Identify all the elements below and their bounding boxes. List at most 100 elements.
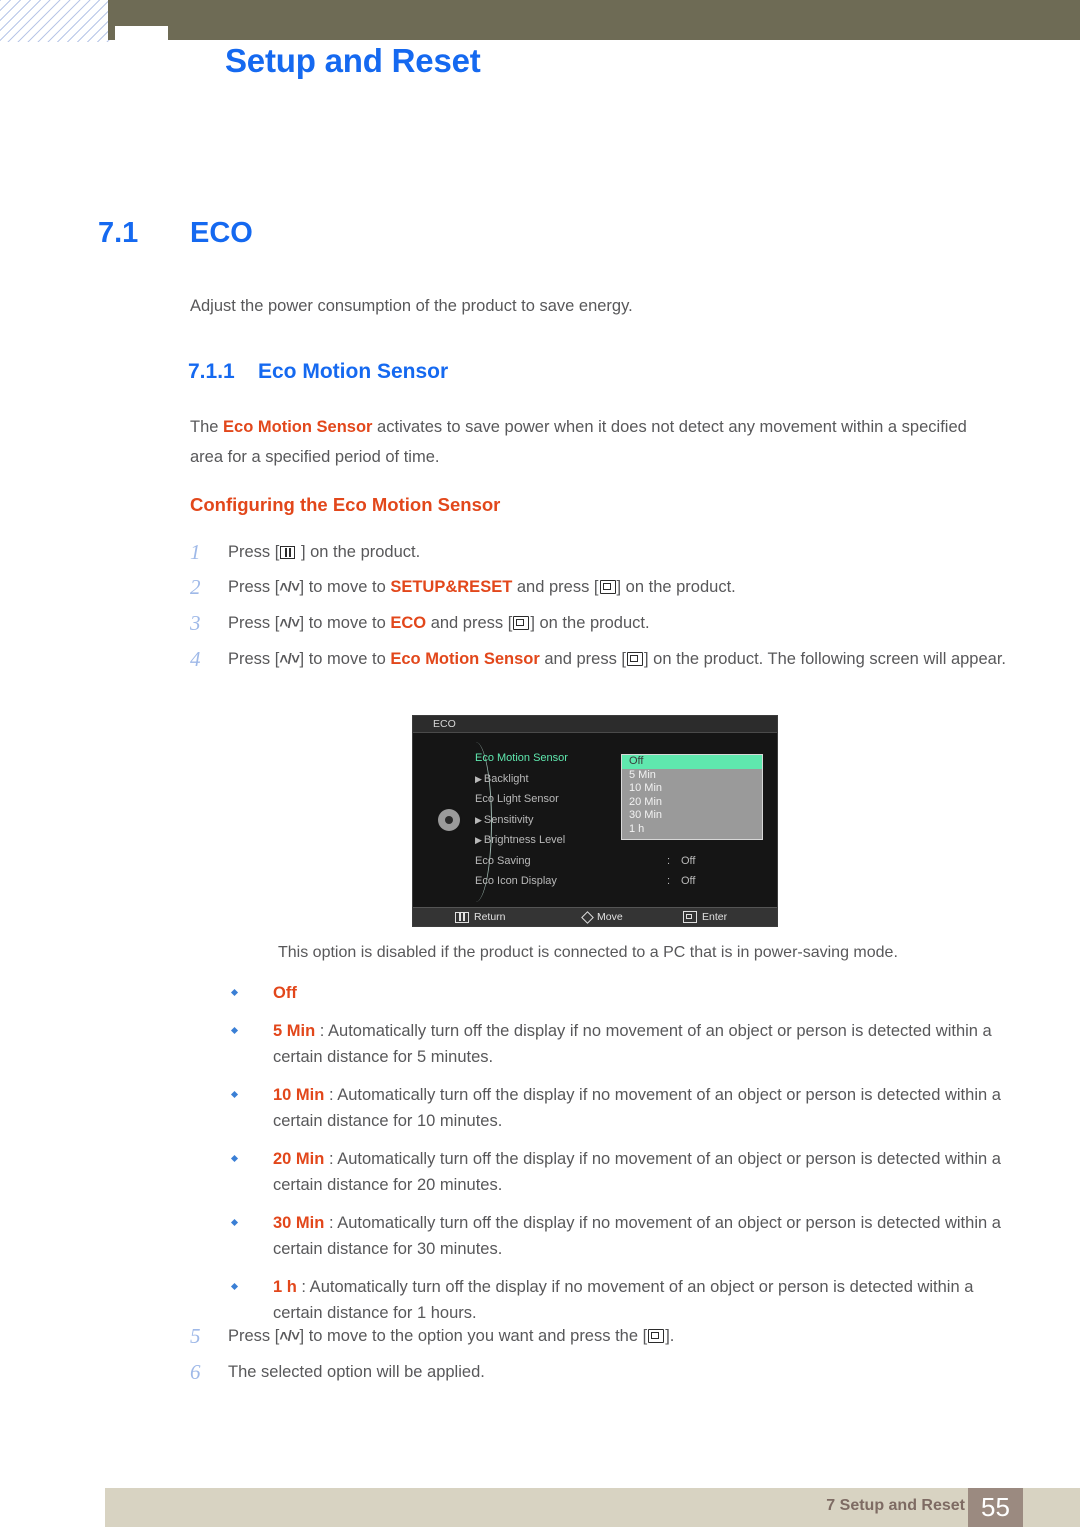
list-item: 1 h : Automatically turn off the display…	[228, 1274, 1018, 1327]
osd-row-value: Off	[681, 875, 696, 887]
step-item: 4 Press [˄/˅] to move to Eco Motion Sens…	[190, 645, 1020, 674]
step-item: 5 Press [˄/˅] to move to the option you …	[190, 1322, 1020, 1351]
osd-row-value: Off	[681, 854, 696, 867]
section-title: ECO	[190, 217, 253, 249]
osd-option-item[interactable]: 30 Min	[622, 809, 762, 823]
osd-footer-return[interactable]: Return	[455, 911, 506, 923]
bullet-term: 10 Min	[273, 1085, 325, 1104]
osd-row-colon: :	[667, 875, 671, 887]
step-term: SETUP&RESET	[390, 578, 513, 596]
subsection-paragraph: The Eco Motion Sensor activates to save …	[190, 412, 1000, 472]
submenu-arrow-icon: ▶	[475, 835, 482, 845]
step-term: Eco Motion Sensor	[390, 650, 540, 668]
procedure-steps-list-continued: 5 Press [˄/˅] to move to the option you …	[190, 1322, 1020, 1393]
step-text-pre: Press [	[228, 578, 280, 596]
osd-row-label: Eco Icon Display	[475, 875, 557, 887]
osd-row-eco-icon-display[interactable]: Eco Icon Display : Off	[475, 875, 775, 896]
osd-row-label: ▶ Sensitivity	[475, 813, 534, 826]
step-text-tail: ] on the product.	[530, 614, 650, 632]
list-item: 30 Min : Automatically turn off the disp…	[228, 1210, 1018, 1263]
step-item: 3 Press [˄/˅] to move to ECO and press […	[190, 609, 1020, 638]
osd-row-label: ▶ Backlight	[475, 772, 529, 785]
osd-option-dropdown[interactable]: Off 5 Min 10 Min 20 Min 30 Min 1 h	[621, 754, 763, 840]
diamond-move-icon	[581, 910, 594, 924]
osd-row-colon: :	[667, 854, 671, 867]
osd-option-item[interactable]: 1 h	[622, 823, 762, 837]
enter-key-icon	[513, 616, 530, 630]
step-text: The selected option will be applied.	[228, 1363, 485, 1381]
step-text-post: and press [	[512, 578, 599, 596]
configuring-heading: Configuring the Eco Motion Sensor	[190, 494, 501, 515]
step-text-post: and press [	[539, 650, 626, 668]
step-text: Press [˄/˅] to move to SETUP&RESET and p…	[228, 573, 1020, 602]
option-bullet-list: Off 5 Min : Automatically turn off the d…	[228, 980, 1018, 1338]
up-down-key-icon: ˄/˅	[279, 651, 300, 668]
step-text-post: ] on the product.	[296, 543, 421, 561]
up-down-key-icon: ˄/˅	[279, 1328, 300, 1345]
osd-footer-enter[interactable]: Enter	[683, 911, 727, 923]
bullet-term: 1 h	[273, 1277, 297, 1296]
menu-key-icon	[280, 546, 296, 559]
osd-footer-move[interactable]: Move	[581, 910, 623, 924]
step-number: 2	[190, 575, 201, 599]
chapter-title: Setup and Reset	[225, 42, 481, 79]
footer-page-number: 55	[968, 1488, 1023, 1527]
up-down-key-icon: ˄/˅	[279, 579, 300, 596]
section-intro-text: Adjust the power consumption of the prod…	[190, 297, 633, 315]
bullet-desc: : Automatically turn off the display if …	[273, 1085, 1001, 1131]
step-number: 6	[190, 1360, 201, 1384]
list-item: 5 Min : Automatically turn off the displ…	[228, 1018, 1018, 1071]
enter-key-icon	[648, 1329, 665, 1343]
list-item: Off	[228, 980, 1018, 1007]
osd-title-bar: ECO	[413, 716, 777, 733]
bullet-dot-icon	[230, 1026, 239, 1034]
step-text-pre: Press [	[228, 614, 280, 632]
step-text-pre: Press [	[228, 650, 280, 668]
step-text: Press [˄/˅] to move to Eco Motion Sensor…	[228, 645, 1020, 674]
osd-footer-label: Return	[474, 911, 506, 923]
step-item: 1 Press [ ] on the product.	[190, 538, 1020, 566]
step-text-mid: ] to move to	[299, 578, 391, 596]
osd-title-text: ECO	[433, 718, 456, 730]
section-number: 7.1	[98, 217, 139, 249]
submenu-arrow-icon: ▶	[475, 773, 482, 784]
osd-menu-screenshot: ECO Eco Motion Sensor : ▶Backlight Eco L…	[412, 715, 778, 927]
subsection-heading: 7.1.1 Eco Motion Sensor	[188, 360, 448, 384]
step-text-mid: ] to move to the option you want and pre…	[299, 1327, 648, 1345]
step-number: 4	[190, 647, 201, 671]
step-text: Press [ ] on the product.	[228, 538, 1020, 566]
bullet-term: 20 Min	[273, 1149, 325, 1168]
bullet-desc: : Automatically turn off the display if …	[273, 1149, 1001, 1195]
step-text-mid: ] to move to	[299, 650, 391, 668]
gear-icon	[438, 809, 460, 831]
osd-row-label: Eco Saving	[475, 854, 531, 867]
bullet-dot-icon	[230, 1154, 239, 1162]
osd-option-item[interactable]: 20 Min	[622, 796, 762, 810]
step-number: 1	[190, 540, 201, 564]
bullet-desc: : Automatically turn off the display if …	[273, 1213, 1001, 1259]
enter-key-icon	[599, 580, 616, 594]
osd-footer-bar: Return Move Enter	[413, 907, 777, 926]
osd-option-item[interactable]: 5 Min	[622, 769, 762, 783]
step-text-pre: Press [	[228, 1327, 280, 1345]
subsection-title: Eco Motion Sensor	[258, 360, 449, 383]
bullet-dot-icon	[230, 1282, 239, 1290]
section-heading: 7.1 ECO	[98, 217, 253, 250]
enter-key-icon	[683, 911, 697, 923]
paragraph-term: Eco Motion Sensor	[223, 418, 373, 436]
bullet-dot-icon	[230, 1090, 239, 1098]
step-number: 5	[190, 1324, 201, 1348]
osd-footer-label: Enter	[702, 911, 728, 923]
bullet-term: Off	[273, 984, 297, 1002]
osd-row-eco-saving[interactable]: Eco Saving : Off	[475, 855, 775, 876]
step-text-post: and press [	[426, 614, 513, 632]
header-olive-bar	[108, 0, 1080, 40]
subsection-number: 7.1.1	[188, 360, 235, 383]
step-text-tail: ] on the product.	[616, 578, 736, 596]
osd-option-item[interactable]: 10 Min	[622, 782, 762, 796]
bullet-desc: : Automatically turn off the display if …	[273, 1277, 974, 1323]
step-text-tail: ].	[665, 1327, 675, 1345]
bullet-dot-icon	[230, 988, 239, 997]
osd-option-item[interactable]: Off	[622, 755, 762, 769]
osd-row-label: ▶ Brightness Level	[475, 834, 566, 846]
